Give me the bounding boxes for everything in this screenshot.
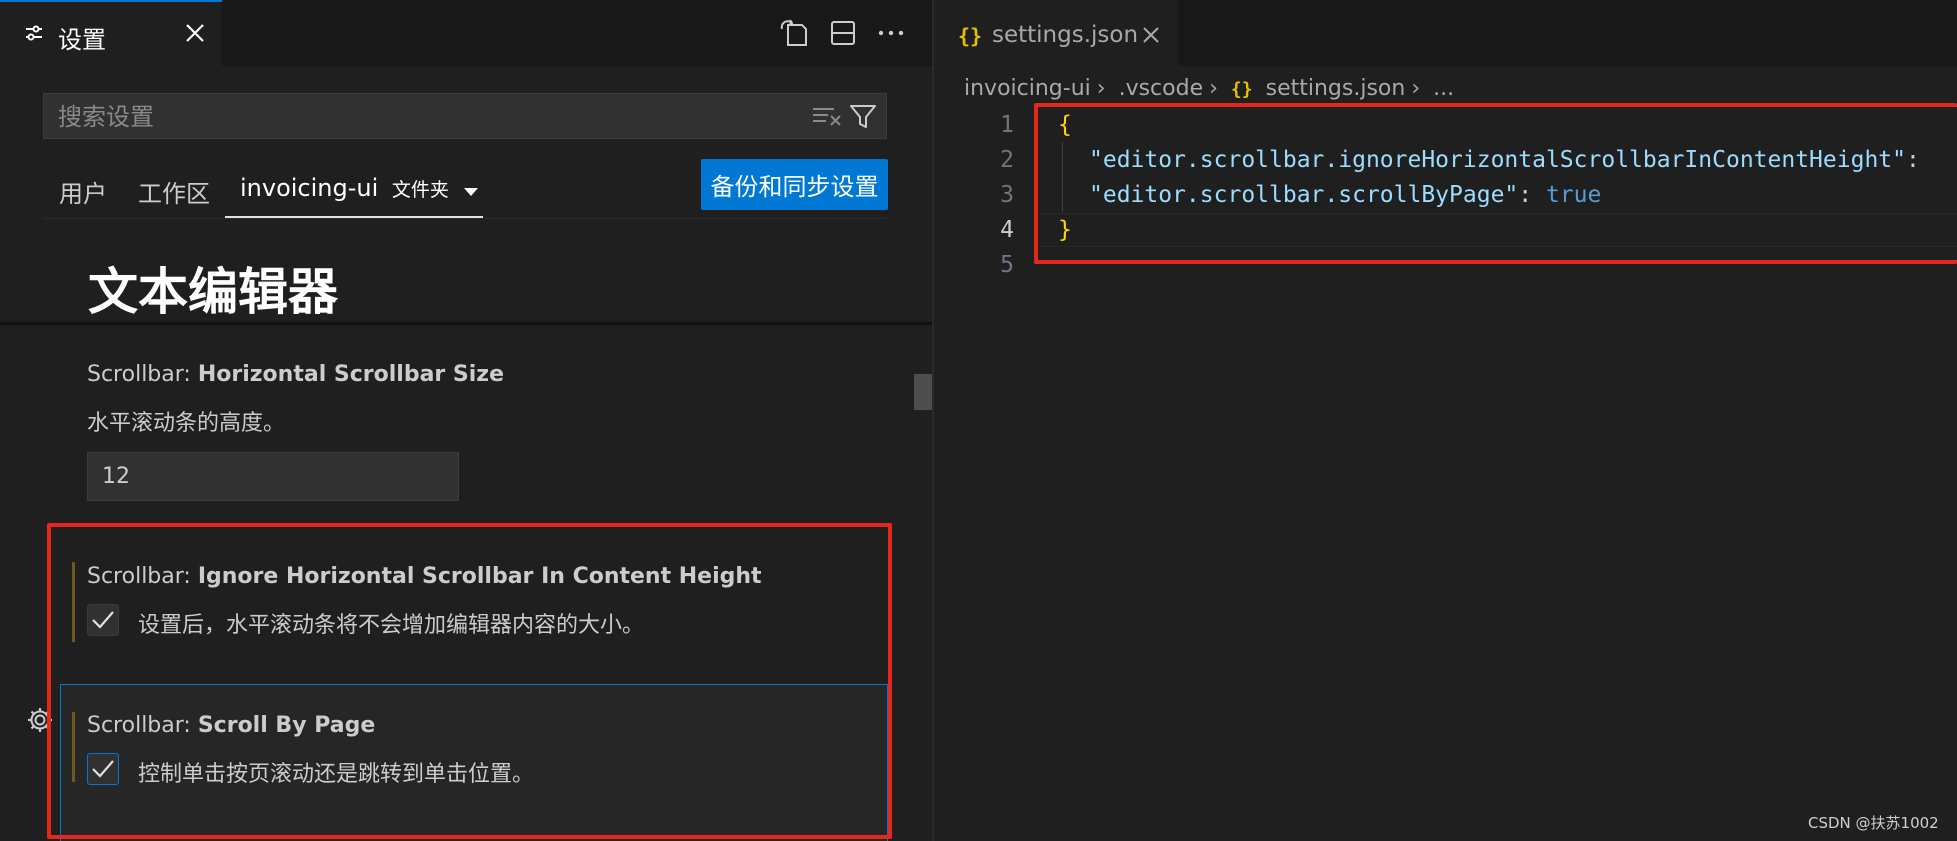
close-icon[interactable] <box>184 22 206 49</box>
line-number: 4 <box>1000 217 1014 243</box>
highlight-box <box>47 523 892 839</box>
line-number: 3 <box>1000 182 1014 208</box>
highlight-box <box>1034 103 1957 264</box>
scope-folder-suffix: 文件夹 <box>391 179 449 201</box>
chevron-down-icon[interactable] <box>463 175 479 203</box>
breadcrumb-item[interactable]: settings.json <box>1266 76 1406 101</box>
breadcrumb-item[interactable]: .vscode <box>1119 76 1204 101</box>
tab-settings-json[interactable]: {} settings.json <box>934 0 1178 66</box>
section-title: 文本编辑器 <box>88 263 338 321</box>
more-actions-icon[interactable] <box>877 20 905 51</box>
search-input[interactable] <box>56 94 800 140</box>
tab-title: 设置 <box>58 26 106 54</box>
line-number: 5 <box>1000 252 1014 278</box>
line-number: 2 <box>1000 147 1014 173</box>
section-header-divider <box>0 322 932 325</box>
settings-editor-pane: 设置 用户 工作区 invoicing-ui 文件夹 备 <box>0 0 932 841</box>
split-editor-icon[interactable] <box>830 20 856 51</box>
scope-tabs-divider <box>43 218 887 219</box>
setting-description: 水平滚动条的高度。 <box>87 411 286 436</box>
scope-tab-user[interactable]: 用户 <box>59 174 107 209</box>
watermark: CSDN @扶苏1002 <box>1808 814 1939 832</box>
json-file-icon: {} <box>958 24 983 48</box>
open-settings-json-icon[interactable] <box>780 19 810 52</box>
chevron-right-icon: › <box>1096 76 1106 101</box>
json-editor-pane: {} settings.json invoicing-ui › .vscode › … <box>934 0 1957 841</box>
json-tab-bar: {} settings.json <box>934 0 1957 66</box>
setting-horizontal-scrollbar-size-title: Scrollbar: Horizontal Scrollbar Size <box>87 362 504 387</box>
horizontal-scrollbar-size-input[interactable] <box>87 452 459 501</box>
setting-category: Scrollbar: <box>87 362 198 387</box>
scope-folder-name: invoicing-ui <box>240 174 379 202</box>
filter-icon[interactable] <box>849 104 877 135</box>
active-scope-indicator <box>225 216 483 218</box>
scope-tab-workspace[interactable]: 工作区 <box>138 174 210 209</box>
breadcrumb-item[interactable]: invoicing-ui <box>964 76 1091 101</box>
setting-name: Horizontal Scrollbar Size <box>197 362 505 387</box>
tab-settings[interactable]: 设置 <box>0 0 222 66</box>
breadcrumb: invoicing-ui › .vscode › {} settings.json ›… <box>964 76 1460 101</box>
tab-title: settings.json <box>992 22 1139 48</box>
json-file-icon: {} <box>1230 79 1253 100</box>
settings-sliders-icon <box>24 22 44 48</box>
scope-tab-folder[interactable]: invoicing-ui 文件夹 <box>240 174 479 203</box>
line-number: 1 <box>1000 112 1014 138</box>
chevron-right-icon: › <box>1209 76 1218 101</box>
breadcrumb-item[interactable]: ... <box>1433 76 1454 101</box>
chevron-right-icon: › <box>1411 76 1421 101</box>
close-icon[interactable] <box>1141 24 1161 50</box>
settings-search-box[interactable] <box>43 93 887 140</box>
clear-filter-icon[interactable] <box>812 105 842 132</box>
backup-sync-settings-button[interactable]: 备份和同步设置 <box>701 159 888 210</box>
settings-scrollbar-thumb[interactable] <box>914 374 932 410</box>
settings-tab-bar: 设置 <box>0 0 932 66</box>
